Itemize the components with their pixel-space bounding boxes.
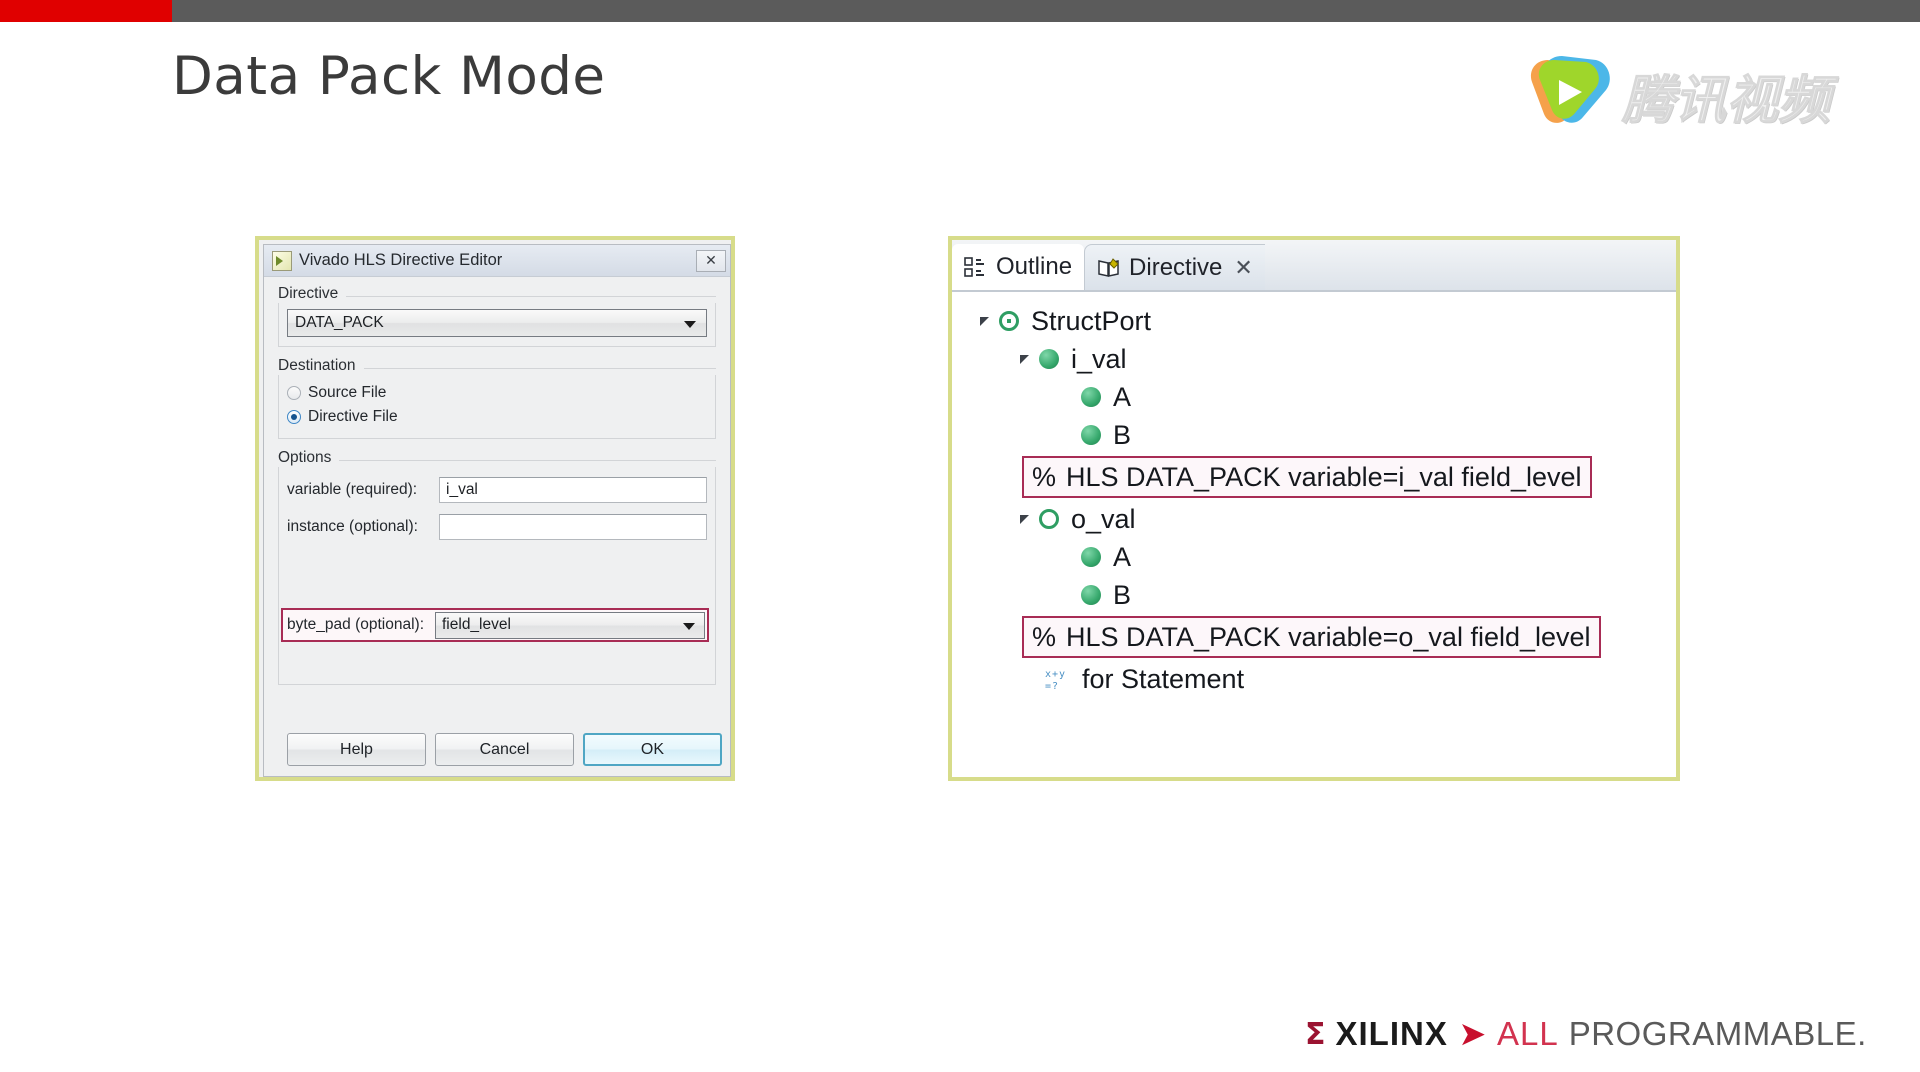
variable-row: variable (required): i_val xyxy=(287,475,707,505)
instance-label: instance (optional): xyxy=(287,518,418,535)
radio-source-file[interactable]: Source File xyxy=(287,381,707,405)
directive-select[interactable]: DATA_PACK xyxy=(287,309,707,337)
tree-item-label: A xyxy=(1113,541,1132,572)
radio-source-file-label: Source File xyxy=(308,384,387,401)
tree-item-label: A xyxy=(1113,381,1132,412)
svg-text:=?: =? xyxy=(1045,681,1059,692)
directive-editor-highlight-frame: Vivado HLS Directive Editor ✕ Directive … xyxy=(255,236,735,781)
pragma-directive-i-val[interactable]: % HLS DATA_PACK variable=i_val field_lev… xyxy=(1022,456,1592,498)
cancel-button[interactable]: Cancel xyxy=(434,733,574,766)
tree-row[interactable]: A xyxy=(952,378,1676,416)
tree-row[interactable]: % HLS DATA_PACK variable=o_val field_lev… xyxy=(952,614,1676,660)
vivado-hls-directive-editor-dialog: Vivado HLS Directive Editor ✕ Directive … xyxy=(263,244,731,777)
tree-item-label: B xyxy=(1113,579,1132,610)
chevron-down-icon xyxy=(683,623,695,630)
pragma-directive-o-val[interactable]: % HLS DATA_PACK variable=o_val field_lev… xyxy=(1022,616,1601,658)
tree-item-label: i_val xyxy=(1071,343,1127,374)
instance-input[interactable] xyxy=(439,514,707,540)
port-ring-icon xyxy=(999,311,1019,331)
chevron-down-icon xyxy=(684,321,696,328)
tree-row[interactable]: B xyxy=(952,576,1676,614)
byte-pad-row-highlighted: byte_pad (optional): field_level xyxy=(281,608,709,642)
byte-pad-select[interactable]: field_level xyxy=(435,611,705,639)
tab-directive-label: Directive xyxy=(1129,253,1223,281)
tree-item-label: for Statement xyxy=(1082,663,1245,694)
xilinx-sigma-mark-icon: Σ xyxy=(1305,1016,1326,1052)
top-bar xyxy=(0,0,1920,22)
dialog-body: Directive DATA_PACK Destination Source F… xyxy=(264,277,730,685)
dialog-button-bar: Help Cancel OK xyxy=(264,733,730,766)
radio-selected-icon xyxy=(287,410,301,424)
tree-row[interactable]: % HLS DATA_PACK variable=i_val field_lev… xyxy=(952,454,1676,500)
variable-input[interactable]: i_val xyxy=(439,477,707,503)
pragma-text: HLS DATA_PACK variable=i_val field_level xyxy=(1066,461,1582,492)
page-title: Data Pack Mode xyxy=(172,46,606,107)
radio-directive-file-label: Directive File xyxy=(308,408,398,425)
expand-twisty-icon[interactable] xyxy=(1020,354,1029,364)
tree-row[interactable]: A xyxy=(952,538,1676,576)
tagline-programmable: PROGRAMMABLE. xyxy=(1568,1015,1867,1052)
variable-label: variable (required): xyxy=(287,481,418,498)
directive-group: Directive DATA_PACK xyxy=(278,285,716,347)
for-statement-icon: x+y =? xyxy=(1044,666,1070,692)
vivado-app-icon xyxy=(272,250,292,271)
tencent-video-watermark: 腾讯视频 xyxy=(1518,52,1831,132)
ok-button[interactable]: OK xyxy=(582,733,722,766)
radio-icon xyxy=(287,386,301,400)
member-dot-icon xyxy=(1081,585,1101,605)
member-dot-icon xyxy=(1081,547,1101,567)
destination-group-label: Destination xyxy=(278,357,364,375)
destination-group: Destination Source File Directive File xyxy=(278,357,716,439)
member-dot-icon xyxy=(1081,387,1101,407)
svg-text:x+y: x+y xyxy=(1045,669,1066,680)
dialog-title: Vivado HLS Directive Editor xyxy=(299,251,503,269)
tab-directive[interactable]: Directive ✕ xyxy=(1084,244,1265,290)
tencent-video-play-icon xyxy=(1530,56,1610,123)
tree-row[interactable]: StructPort xyxy=(952,302,1676,340)
group-divider xyxy=(278,460,716,461)
tencent-brand-text: 腾讯视频 xyxy=(1621,71,1831,132)
directive-select-value: DATA_PACK xyxy=(295,314,384,331)
tab-outline-label: Outline xyxy=(996,253,1073,280)
tree-row[interactable]: o_val xyxy=(952,500,1676,538)
top-bar-accent xyxy=(0,0,172,22)
tree-item-label: B xyxy=(1113,419,1132,450)
byte-pad-label: byte_pad (optional): xyxy=(287,616,425,633)
view-tab-bar: Outline Directive ✕ xyxy=(952,240,1676,290)
tab-outline[interactable]: Outline xyxy=(952,244,1085,290)
outline-icon xyxy=(964,256,988,278)
radio-directive-file[interactable]: Directive File xyxy=(287,405,707,429)
help-button[interactable]: Help xyxy=(287,733,426,766)
tree-item-label: o_val xyxy=(1071,503,1136,534)
member-dot-icon xyxy=(1081,425,1101,445)
directive-tree: StructPort i_val A B % HLS DATA_PACK var… xyxy=(952,292,1676,777)
tree-row[interactable]: i_val xyxy=(952,340,1676,378)
options-group: Options variable (required): i_val insta… xyxy=(278,449,716,685)
instance-row: instance (optional): xyxy=(287,512,707,542)
member-dot-icon xyxy=(1039,349,1059,369)
tab-close-icon[interactable]: ✕ xyxy=(1234,255,1252,281)
dialog-title-bar: Vivado HLS Directive Editor ✕ xyxy=(264,245,730,277)
expand-twisty-icon[interactable] xyxy=(980,316,989,326)
pragma-text: HLS DATA_PACK variable=o_val field_level xyxy=(1066,621,1591,652)
pragma-percent-icon: % xyxy=(1032,621,1057,652)
directive-book-icon xyxy=(1097,257,1121,279)
tagline-all: ALL xyxy=(1497,1015,1559,1052)
chevron-right-icon: ➤ xyxy=(1459,1017,1485,1051)
directive-group-label: Directive xyxy=(278,285,347,303)
tree-row[interactable]: B xyxy=(952,416,1676,454)
output-ring-icon xyxy=(1039,509,1059,529)
tree-row[interactable]: x+y =? for Statement xyxy=(952,660,1676,698)
tree-item-label: StructPort xyxy=(1031,305,1152,336)
close-icon[interactable]: ✕ xyxy=(696,249,726,272)
expand-twisty-icon[interactable] xyxy=(1020,514,1029,524)
pragma-percent-icon: % xyxy=(1032,461,1057,492)
xilinx-brand-name: XILINX xyxy=(1335,1015,1448,1052)
byte-pad-select-value: field_level xyxy=(442,616,511,633)
xilinx-footer-logo: Σ XILINX ➤ ALL PROGRAMMABLE. xyxy=(1305,1014,1867,1054)
options-group-label: Options xyxy=(278,449,340,467)
directive-view-highlight-frame: Outline Directive ✕ StructPort i_val A B… xyxy=(948,236,1680,781)
variable-input-value: i_val xyxy=(446,481,478,498)
